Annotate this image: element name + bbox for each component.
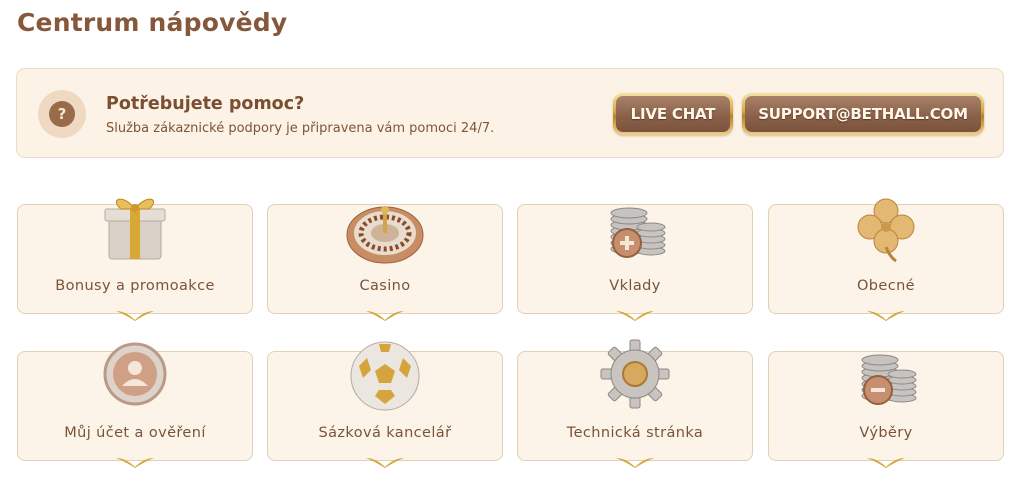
chevron-down-icon [366, 458, 404, 468]
category-label: Obecné [856, 278, 916, 294]
category-card-general[interactable]: Obecné [768, 198, 1004, 321]
chevron-down-icon [366, 311, 404, 321]
category-card-technical[interactable]: Technická stránka [517, 339, 753, 468]
help-title: Potřebujete pomoc? [106, 94, 305, 114]
user-icon [103, 342, 167, 406]
category-label: Vklady [609, 278, 661, 294]
category-label: Můj účet a ověření [64, 425, 206, 441]
help-banner: ? Potřebujete pomoc? Služba zákaznické p… [16, 68, 1004, 158]
category-card-bonuses[interactable]: Bonusy a promoakce [17, 198, 253, 321]
chevron-down-icon [867, 458, 905, 468]
category-card-withdrawals[interactable]: Výběry [768, 351, 1004, 468]
coins-minus-icon [861, 354, 917, 405]
category-label: Technická stránka [566, 425, 704, 441]
soccer-ball-icon [350, 341, 420, 411]
category-card-deposits[interactable]: Vklady [517, 204, 753, 321]
clover-icon [857, 198, 915, 263]
category-card-account[interactable]: Můj účet a ověření [17, 342, 253, 468]
category-card-sportsbook[interactable]: Sázková kancelář [267, 341, 503, 468]
support-email-button[interactable]: SUPPORT@BETHALL.COM [742, 93, 984, 135]
category-label: Sázková kancelář [318, 425, 452, 441]
support-email-button-label: SUPPORT@BETHALL.COM [745, 96, 981, 132]
question-mark: ? [49, 101, 75, 127]
chevron-down-icon [616, 311, 654, 321]
gift-icon [104, 198, 166, 260]
chevron-down-icon [616, 458, 654, 468]
gear-icon [600, 339, 670, 409]
live-chat-button-label: LIVE CHAT [616, 96, 730, 132]
live-chat-button[interactable]: LIVE CHAT [613, 93, 733, 135]
help-subtitle: Služba zákaznické podpory je připravena … [106, 121, 495, 136]
page-title: Centrum nápovědy [17, 8, 288, 37]
roulette-icon [346, 206, 424, 264]
chevron-down-icon [867, 311, 905, 321]
coins-plus-icon [610, 207, 666, 258]
category-label: Bonusy a promoakce [55, 278, 215, 294]
category-label: Výběry [859, 425, 913, 441]
category-card-casino[interactable]: Casino [267, 204, 503, 321]
chevron-down-icon [116, 458, 154, 468]
category-label: Casino [359, 278, 411, 294]
question-icon: ? [38, 90, 86, 138]
chevron-down-icon [116, 311, 154, 321]
